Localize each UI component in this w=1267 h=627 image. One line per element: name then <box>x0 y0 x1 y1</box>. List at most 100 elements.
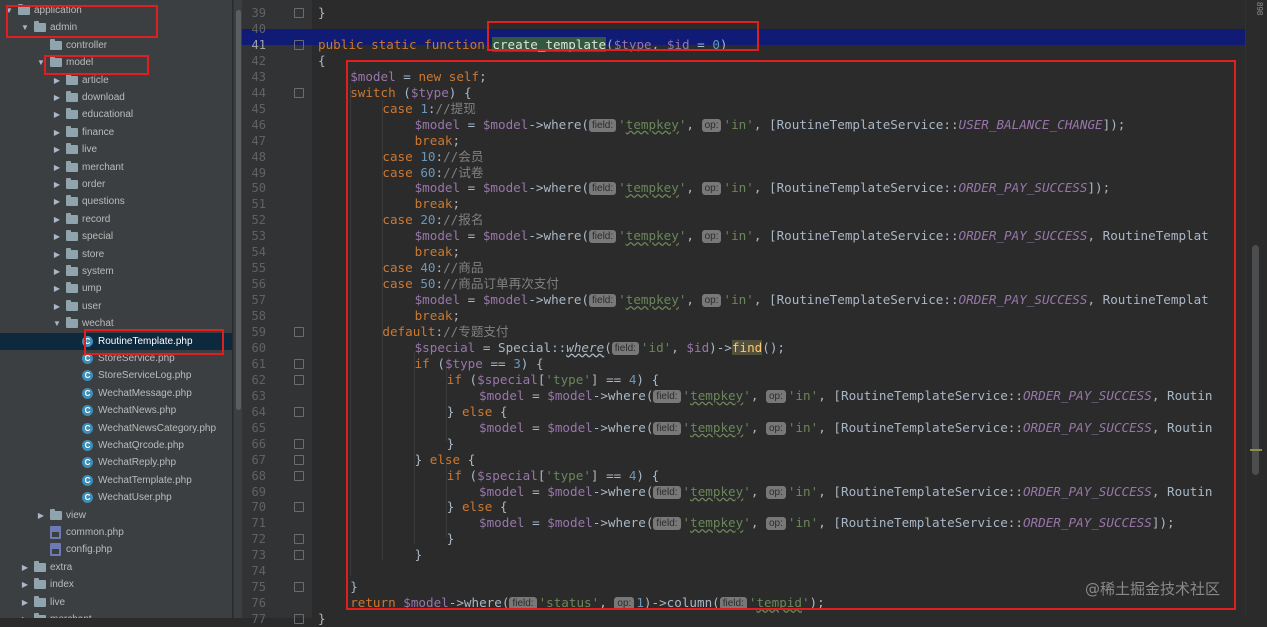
editor-scrollbar[interactable] <box>1245 0 1267 618</box>
line-number[interactable]: 77 <box>242 611 266 627</box>
collapse-arrow-icon[interactable]: ▶ <box>52 280 62 297</box>
line-number[interactable]: 76 <box>242 595 266 611</box>
tree-item[interactable]: C WechatReply.php <box>0 454 232 471</box>
expand-arrow-icon[interactable]: ▼ <box>4 2 14 19</box>
code-line[interactable]: } <box>447 531 455 547</box>
tree-item[interactable]: ▶ view <box>0 507 232 524</box>
tree-item[interactable]: ▶ index <box>0 576 232 593</box>
code-line[interactable]: case 1://提现 <box>382 101 475 117</box>
line-number[interactable]: 50 <box>242 180 266 196</box>
collapse-arrow-icon[interactable]: ▶ <box>52 89 62 106</box>
code-line[interactable]: $model = $model->where(field:'tempkey', … <box>415 292 1209 308</box>
tree-item[interactable]: ▶ finance <box>0 124 232 141</box>
code-line[interactable]: $model = $model->where(field:'tempkey', … <box>415 228 1209 244</box>
fold-marker-icon[interactable] <box>294 358 304 369</box>
line-number[interactable]: 56 <box>242 276 266 292</box>
tree-item[interactable]: ▶ educational <box>0 106 232 123</box>
collapse-arrow-icon[interactable]: ▶ <box>52 124 62 141</box>
code-line[interactable]: $model = $model->where(field:'tempkey', … <box>479 388 1213 404</box>
code-line[interactable]: $model = $model->where(field:'tempkey', … <box>415 180 1110 196</box>
collapse-arrow-icon[interactable]: ▶ <box>52 263 62 280</box>
tree-item[interactable]: C StoreService.php <box>0 350 232 367</box>
line-number[interactable]: 67 <box>242 452 266 468</box>
fold-marker-icon[interactable] <box>294 582 304 593</box>
tree-item[interactable]: ▼ admin <box>0 19 232 36</box>
line-number[interactable]: 75 <box>242 579 266 595</box>
code-line[interactable]: $model = new self; <box>350 69 487 85</box>
collapse-arrow-icon[interactable]: ▶ <box>52 246 62 263</box>
line-number[interactable]: 49 <box>242 165 266 181</box>
fold-marker-icon[interactable] <box>294 327 304 337</box>
line-number[interactable]: 53 <box>242 228 266 244</box>
tree-item[interactable]: ▼ application <box>0 2 232 19</box>
collapse-arrow-icon[interactable]: ▶ <box>52 193 62 210</box>
code-line[interactable]: case 50://商品订单再次支付 <box>382 276 559 292</box>
code-line[interactable]: } <box>447 436 455 452</box>
fold-marker-icon[interactable] <box>294 454 304 465</box>
line-number[interactable]: 43 <box>242 69 266 85</box>
project-tree[interactable]: ▼ application ▼ admin controller ▼ model ▶ artic… <box>0 0 232 618</box>
code-line[interactable]: $model = $model->where(field:'tempkey', … <box>479 515 1175 531</box>
tree-item[interactable]: ▶ record <box>0 211 232 228</box>
code-line[interactable]: $model = $model->where(field:'tempkey', … <box>479 420 1213 436</box>
fold-marker-icon[interactable] <box>294 406 304 417</box>
line-number[interactable]: 60 <box>242 340 266 356</box>
collapse-arrow-icon[interactable]: ▶ <box>52 176 62 193</box>
code-line[interactable]: } else { <box>415 452 476 468</box>
line-number[interactable]: 41 <box>242 37 266 53</box>
line-number[interactable]: 71 <box>242 515 266 531</box>
line-number[interactable]: 42 <box>242 53 266 69</box>
tree-item[interactable]: C WechatTemplate.php <box>0 472 232 489</box>
code-line[interactable]: if ($special['type'] == 4) { <box>447 468 659 484</box>
tree-item[interactable]: C WechatMessage.php <box>0 385 232 402</box>
line-number[interactable]: 61 <box>242 356 266 372</box>
collapse-arrow-icon[interactable]: ▶ <box>20 576 30 593</box>
collapse-arrow-icon[interactable]: ▶ <box>52 106 62 123</box>
fold-marker-icon[interactable] <box>294 470 304 481</box>
line-number[interactable]: 69 <box>242 484 266 500</box>
tree-item[interactable]: ▶ ump <box>0 280 232 297</box>
line-number[interactable]: 72 <box>242 531 266 547</box>
expand-arrow-icon[interactable]: ▼ <box>52 315 62 332</box>
inspection-indicator[interactable]: 898 <box>1255 2 1264 15</box>
line-number[interactable]: 59 <box>242 324 266 340</box>
code-line[interactable]: break; <box>415 244 461 260</box>
code-line[interactable]: if ($type == 3) { <box>415 356 544 372</box>
tree-item[interactable]: ▶ article <box>0 72 232 89</box>
scrollbar-thumb[interactable] <box>236 10 241 410</box>
line-number[interactable]: 63 <box>242 388 266 404</box>
tree-item[interactable]: ▶ merchant <box>0 159 232 176</box>
line-number[interactable]: 64 <box>242 404 266 420</box>
line-number[interactable]: 54 <box>242 244 266 260</box>
tree-item[interactable]: ▶ extra <box>0 559 232 576</box>
tree-item[interactable]: common.php <box>0 524 232 541</box>
tree-item[interactable]: ▶ live <box>0 594 232 611</box>
scrollbar-marker[interactable] <box>1250 449 1262 451</box>
fold-marker-icon[interactable] <box>294 614 304 625</box>
collapse-arrow-icon[interactable]: ▶ <box>36 507 46 524</box>
fold-marker-icon[interactable] <box>294 87 304 98</box>
code-line[interactable]: } else { <box>447 404 508 420</box>
tree-item[interactable]: ▶ live <box>0 141 232 158</box>
expand-arrow-icon[interactable]: ▼ <box>20 19 30 36</box>
collapse-arrow-icon[interactable]: ▶ <box>52 159 62 176</box>
tree-item[interactable]: ▼ wechat <box>0 315 232 332</box>
expand-arrow-icon[interactable]: ▼ <box>36 54 46 71</box>
tree-item[interactable]: config.php <box>0 541 232 558</box>
code-line[interactable]: case 60://试卷 <box>382 165 483 181</box>
tree-item[interactable]: C StoreServiceLog.php <box>0 367 232 384</box>
line-number[interactable]: 68 <box>242 468 266 484</box>
code-line[interactable]: { <box>318 53 326 69</box>
collapse-arrow-icon[interactable]: ▶ <box>20 611 30 618</box>
collapse-arrow-icon[interactable]: ▶ <box>52 228 62 245</box>
line-number[interactable]: 52 <box>242 212 266 228</box>
code-line[interactable]: switch ($type) { <box>350 85 471 101</box>
code-line[interactable]: case 20://报名 <box>382 212 483 228</box>
line-number[interactable]: 62 <box>242 372 266 388</box>
fold-marker-icon[interactable] <box>294 534 304 545</box>
fold-marker-icon[interactable] <box>294 438 304 449</box>
code-line[interactable]: default://专题支付 <box>382 324 508 340</box>
tree-item[interactable]: ▶ questions <box>0 193 232 210</box>
line-number[interactable]: 46 <box>242 117 266 133</box>
line-number[interactable]: 45 <box>242 101 266 117</box>
